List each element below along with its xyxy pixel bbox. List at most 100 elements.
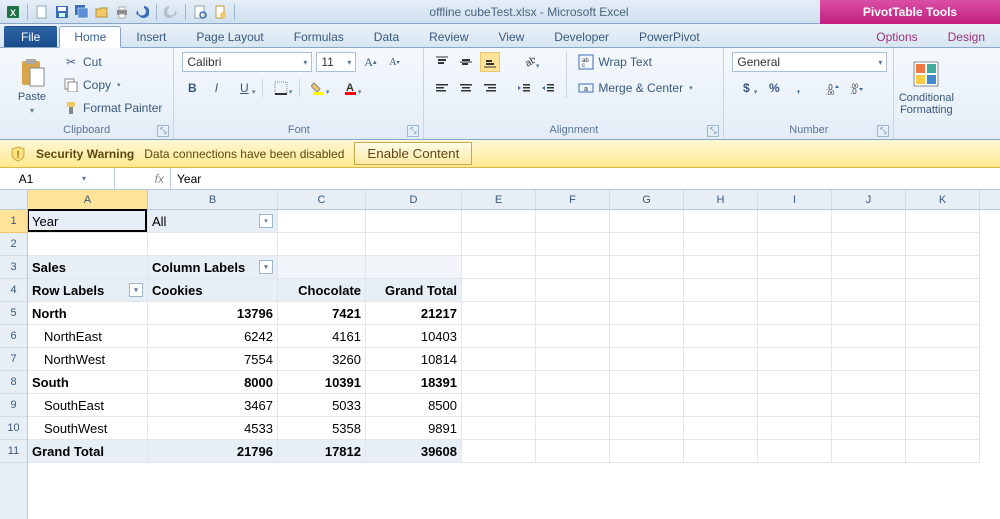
- cell[interactable]: [366, 210, 462, 233]
- cell[interactable]: [536, 210, 610, 233]
- cell[interactable]: [906, 233, 980, 256]
- column-header-H[interactable]: H: [684, 190, 758, 209]
- cell[interactable]: 8000: [148, 371, 278, 394]
- cell[interactable]: [832, 233, 906, 256]
- tab-review[interactable]: Review: [414, 26, 483, 47]
- cell[interactable]: 6242: [148, 325, 278, 348]
- column-header-B[interactable]: B: [148, 190, 278, 209]
- cell[interactable]: [610, 325, 684, 348]
- cell[interactable]: [278, 256, 366, 279]
- row-header-11[interactable]: 11: [0, 440, 27, 463]
- cell[interactable]: [462, 371, 536, 394]
- cell[interactable]: [758, 440, 832, 463]
- cell[interactable]: [536, 394, 610, 417]
- cell[interactable]: SouthWest: [28, 417, 148, 440]
- cell[interactable]: [462, 302, 536, 325]
- fx-button[interactable]: fx: [115, 168, 171, 189]
- cell[interactable]: [462, 233, 536, 256]
- format-painter-button[interactable]: Format Painter: [60, 98, 165, 118]
- tab-view[interactable]: View: [484, 26, 540, 47]
- cell[interactable]: [684, 210, 758, 233]
- cell[interactable]: South: [28, 371, 148, 394]
- cell[interactable]: 4161: [278, 325, 366, 348]
- new-icon[interactable]: [33, 3, 51, 21]
- row-header-2[interactable]: 2: [0, 233, 27, 256]
- column-header-D[interactable]: D: [366, 190, 462, 209]
- font-name-dropdown[interactable]: Calibri▾: [182, 52, 312, 72]
- cell[interactable]: [832, 440, 906, 463]
- cell[interactable]: [610, 256, 684, 279]
- align-bottom-button[interactable]: [480, 52, 500, 72]
- clipboard-launcher[interactable]: ⤡: [157, 125, 169, 137]
- column-header-C[interactable]: C: [278, 190, 366, 209]
- cell[interactable]: Row Labels▾: [28, 279, 148, 302]
- cell[interactable]: [906, 348, 980, 371]
- merge-center-button[interactable]: aMerge & Center▾: [575, 78, 695, 98]
- increase-indent-button[interactable]: [538, 78, 558, 98]
- cell[interactable]: Year: [28, 210, 148, 233]
- enable-content-button[interactable]: Enable Content: [354, 142, 472, 165]
- cell[interactable]: [462, 348, 536, 371]
- row-header-1[interactable]: 1: [0, 210, 27, 233]
- cell[interactable]: [684, 394, 758, 417]
- print-icon[interactable]: [113, 3, 131, 21]
- tab-design[interactable]: Design: [933, 26, 1000, 47]
- cell[interactable]: [832, 302, 906, 325]
- cell[interactable]: 3260: [278, 348, 366, 371]
- cell[interactable]: [684, 348, 758, 371]
- cell[interactable]: [278, 210, 366, 233]
- tab-developer[interactable]: Developer: [539, 26, 624, 47]
- cell[interactable]: [610, 394, 684, 417]
- cell[interactable]: [906, 210, 980, 233]
- cell[interactable]: [536, 440, 610, 463]
- italic-button[interactable]: I: [206, 78, 226, 98]
- cell[interactable]: [610, 233, 684, 256]
- select-all-corner[interactable]: [0, 190, 27, 210]
- fill-color-button[interactable]: [304, 78, 332, 98]
- cell[interactable]: [758, 302, 832, 325]
- cell[interactable]: [832, 325, 906, 348]
- border-button[interactable]: [267, 78, 295, 98]
- cell[interactable]: NorthWest: [28, 348, 148, 371]
- cell[interactable]: [462, 210, 536, 233]
- cell[interactable]: [610, 210, 684, 233]
- cell[interactable]: 7421: [278, 302, 366, 325]
- cell[interactable]: [536, 325, 610, 348]
- cell[interactable]: [366, 256, 462, 279]
- shrink-font-button[interactable]: A▾: [384, 52, 404, 72]
- column-header-F[interactable]: F: [536, 190, 610, 209]
- cell[interactable]: [832, 371, 906, 394]
- increase-decimal-button[interactable]: .0.00: [822, 78, 842, 98]
- decrease-decimal-button[interactable]: .00.0: [846, 78, 866, 98]
- column-header-A[interactable]: A: [28, 190, 148, 209]
- cell[interactable]: [462, 256, 536, 279]
- cell[interactable]: 10403: [366, 325, 462, 348]
- cut-button[interactable]: ✂Cut: [60, 52, 165, 72]
- cell[interactable]: [758, 371, 832, 394]
- cell[interactable]: [536, 348, 610, 371]
- cell[interactable]: Sales: [28, 256, 148, 279]
- cell[interactable]: 10814: [366, 348, 462, 371]
- cell[interactable]: [832, 256, 906, 279]
- cell[interactable]: 5033: [278, 394, 366, 417]
- tab-powerpivot[interactable]: PowerPivot: [624, 26, 715, 47]
- column-header-G[interactable]: G: [610, 190, 684, 209]
- cell[interactable]: [832, 394, 906, 417]
- filter-dropdown-icon[interactable]: ▾: [259, 214, 273, 228]
- cell[interactable]: [536, 302, 610, 325]
- cell[interactable]: [832, 210, 906, 233]
- row-header-10[interactable]: 10: [0, 417, 27, 440]
- cell[interactable]: 3467: [148, 394, 278, 417]
- cell[interactable]: [906, 417, 980, 440]
- underline-button[interactable]: U: [230, 78, 258, 98]
- align-center-button[interactable]: [456, 78, 476, 98]
- cell[interactable]: 10391: [278, 371, 366, 394]
- redo-icon[interactable]: [162, 3, 180, 21]
- cell[interactable]: 9891: [366, 417, 462, 440]
- paste-button[interactable]: Paste ▾: [8, 52, 56, 122]
- cell[interactable]: [758, 348, 832, 371]
- cell[interactable]: Chocolate: [278, 279, 366, 302]
- cell[interactable]: [366, 233, 462, 256]
- cell[interactable]: 8500: [366, 394, 462, 417]
- tab-page-layout[interactable]: Page Layout: [181, 26, 278, 47]
